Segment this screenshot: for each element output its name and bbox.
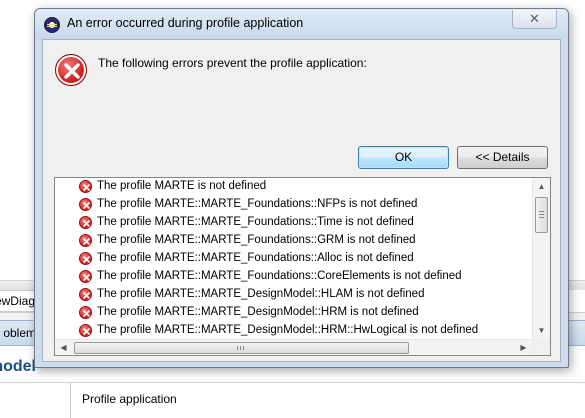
- error-details-rows: The profile MARTE is not defined The prof…: [55, 178, 532, 339]
- error-row[interactable]: The profile MARTE::MARTE_DesignModel::HL…: [55, 286, 532, 304]
- error-details-list[interactable]: The profile MARTE is not defined The prof…: [54, 177, 551, 356]
- error-icon: [79, 306, 92, 319]
- error-row[interactable]: The profile MARTE is not defined: [55, 178, 532, 196]
- error-row[interactable]: The profile MARTE::MARTE_Foundations::GR…: [55, 232, 532, 250]
- horizontal-scrollbar[interactable]: ◀ ▶: [55, 339, 532, 355]
- error-row-text: The profile MARTE::MARTE_Foundations::Co…: [97, 270, 462, 282]
- error-icon: [79, 324, 92, 337]
- error-row-text: The profile MARTE::MARTE_DesignModel::HL…: [97, 288, 425, 300]
- error-row[interactable]: The profile MARTE::MARTE_DesignModel::HR…: [55, 304, 532, 322]
- error-row-text: The profile MARTE::MARTE_Foundations::Al…: [97, 252, 414, 264]
- background-diagram-tab-label: ewDiag: [0, 294, 35, 308]
- error-message: The following errors prevent the profile…: [98, 56, 367, 70]
- scrollbar-corner: [532, 339, 550, 355]
- background-model-heading: model: [0, 352, 36, 382]
- background-separator: [70, 382, 71, 418]
- error-row-text: The profile MARTE::MARTE_DesignModel::HR…: [97, 324, 479, 336]
- background-model-label: model: [0, 358, 36, 375]
- error-row[interactable]: The profile MARTE::MARTE_Foundations::Co…: [55, 268, 532, 286]
- details-button[interactable]: << Details: [457, 146, 548, 169]
- scroll-up-icon[interactable]: ▲: [533, 178, 550, 195]
- background-problems-tab[interactable]: oblem: [0, 320, 36, 346]
- error-icon: [79, 180, 92, 193]
- background-profile-application-label[interactable]: Profile application: [82, 392, 177, 406]
- error-icon: [79, 288, 92, 301]
- error-row-text: The profile MARTE::MARTE_Foundations::NF…: [97, 198, 418, 210]
- error-row[interactable]: The profile MARTE::MARTE_Foundations::NF…: [55, 196, 532, 214]
- horizontal-scroll-thumb[interactable]: [74, 342, 409, 354]
- scroll-down-icon[interactable]: ▼: [533, 322, 550, 339]
- ok-button[interactable]: OK: [358, 146, 449, 169]
- background-diagram-tab[interactable]: ewDiag: [0, 290, 36, 312]
- vertical-scroll-thumb[interactable]: [535, 197, 548, 233]
- error-row-text: The profile MARTE::MARTE_DesignModel::HR…: [97, 306, 419, 318]
- error-row[interactable]: The profile MARTE::MARTE_Foundations::Ti…: [55, 214, 532, 232]
- vertical-scrollbar[interactable]: ▲ ▼: [532, 178, 550, 339]
- scroll-right-icon[interactable]: ▶: [515, 340, 532, 356]
- dialog-titlebar[interactable]: An error occurred during profile applica…: [35, 9, 568, 39]
- error-dialog: An error occurred during profile applica…: [34, 8, 569, 368]
- error-icon: [79, 270, 92, 283]
- error-icon: [79, 252, 92, 265]
- error-row[interactable]: The profile MARTE::MARTE_Foundations::Al…: [55, 250, 532, 268]
- background-problems-tab-label: oblem: [3, 326, 36, 340]
- error-row-text: The profile MARTE::MARTE_Foundations::Ti…: [97, 216, 414, 228]
- error-icon: [79, 198, 92, 211]
- close-icon: ✕: [529, 11, 540, 26]
- error-row-text: The profile MARTE::MARTE_Foundations::GR…: [97, 234, 416, 246]
- error-icon: [55, 54, 87, 86]
- eclipse-icon: [44, 17, 60, 33]
- scroll-left-icon[interactable]: ◀: [55, 340, 72, 356]
- close-button[interactable]: ✕: [512, 10, 557, 29]
- error-row-text: The profile MARTE is not defined: [97, 180, 267, 192]
- error-row[interactable]: The profile MARTE::MARTE_DesignModel::HR…: [55, 322, 532, 339]
- dialog-body: The following errors prevent the profile…: [42, 39, 561, 362]
- error-icon: [79, 216, 92, 229]
- dialog-title: An error occurred during profile applica…: [67, 16, 304, 30]
- error-icon: [79, 234, 92, 247]
